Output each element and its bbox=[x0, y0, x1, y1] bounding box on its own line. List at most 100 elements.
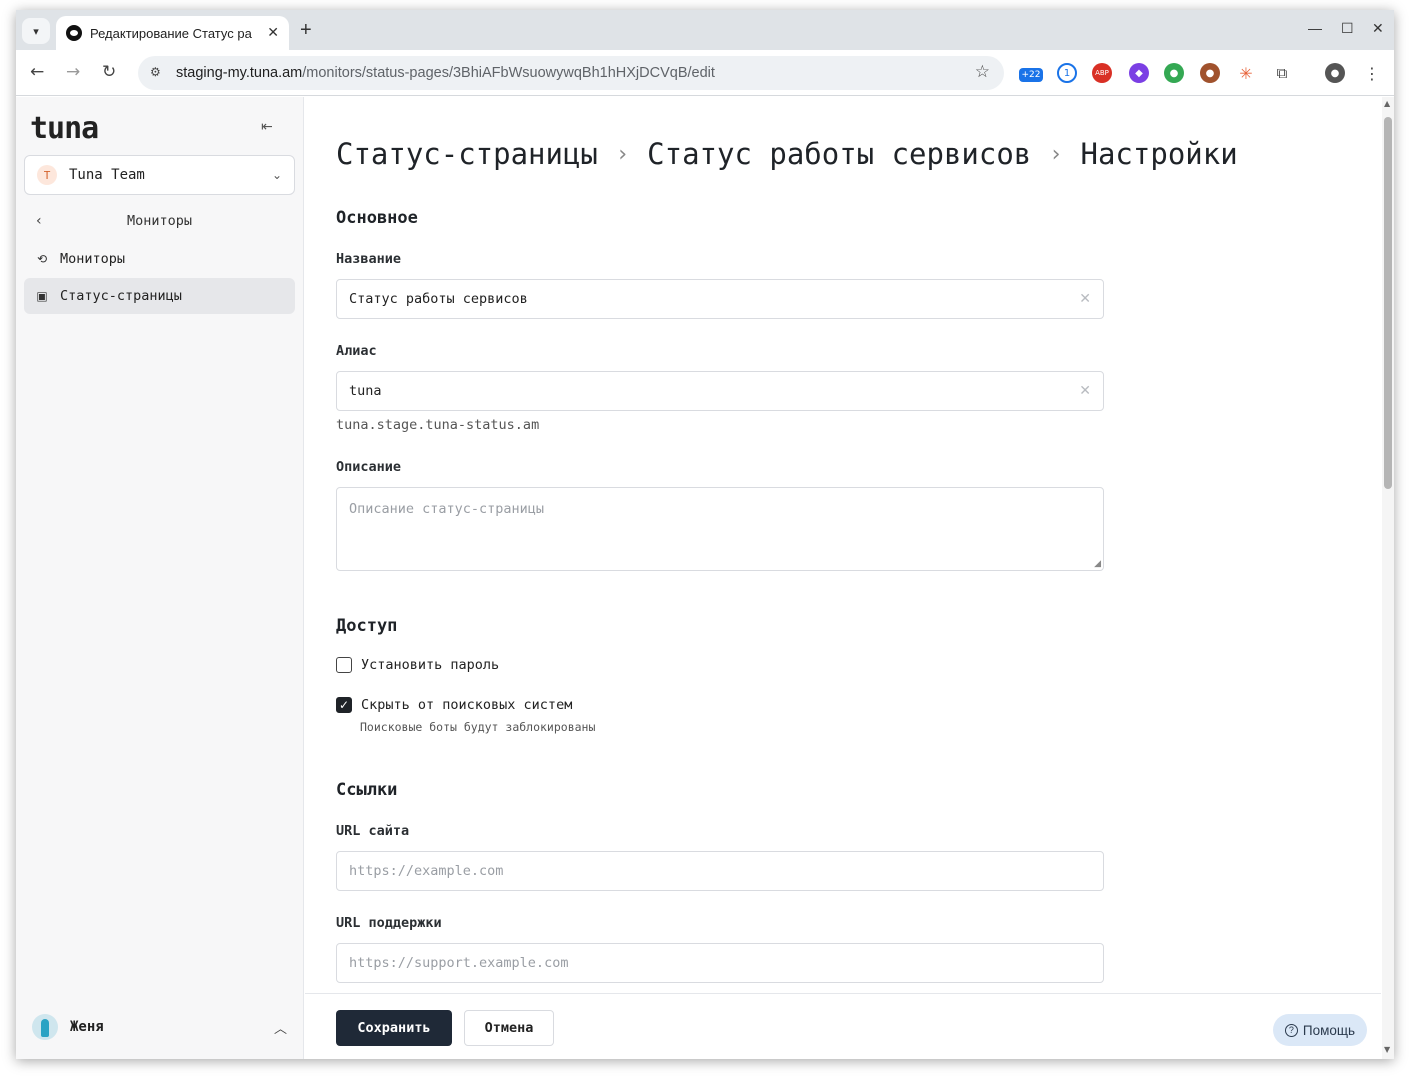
site-settings-icon[interactable]: ⚙ bbox=[150, 65, 166, 81]
tab-search-button[interactable]: ▾ bbox=[22, 18, 50, 44]
support-url-placeholder: https://support.example.com bbox=[349, 955, 569, 971]
site-url-placeholder: https://example.com bbox=[349, 863, 504, 879]
set-password-row[interactable]: Установить пароль bbox=[336, 657, 499, 673]
description-field[interactable]: Описание статус-страницы ◢ bbox=[336, 487, 1104, 571]
help-label: Помощь bbox=[1302, 1022, 1356, 1038]
maximize-icon[interactable]: ☐ bbox=[1341, 20, 1354, 37]
form-footer: Сохранить Отмена ? Помощь bbox=[305, 993, 1381, 1059]
hide-from-search-checkbox[interactable]: ✓ bbox=[336, 697, 352, 713]
profile-avatar[interactable]: ● bbox=[1325, 63, 1345, 83]
sidebar-item-label: Мониторы bbox=[60, 251, 126, 267]
tab-title: Редактирование Статус ра bbox=[90, 25, 252, 41]
name-label: Название bbox=[336, 251, 402, 267]
tab-bar: ▾ Редактирование Статус ра ✕ + — ☐ ✕ bbox=[16, 10, 1394, 50]
color-picker-icon[interactable]: ● bbox=[1164, 63, 1184, 83]
reload-icon[interactable]: ↻ bbox=[102, 62, 116, 82]
chevron-left-icon: ‹ bbox=[36, 213, 42, 229]
sidebar-section-title: Мониторы bbox=[126, 213, 193, 229]
browser-toolbar: ← → ↻ ⚙ staging-my.tuna.am/monitors/stat… bbox=[16, 50, 1394, 96]
sidebar: tuna ⇤ T Tuna Team ⌄ ‹ Мониторы ⟲ Монито… bbox=[16, 97, 304, 1059]
back-arrow-icon[interactable]: ← bbox=[30, 62, 44, 82]
chart-icon: ▣ bbox=[36, 289, 48, 303]
cancel-button[interactable]: Отмена bbox=[464, 1010, 554, 1046]
address-bar[interactable]: ⚙ staging-my.tuna.am/monitors/status-pag… bbox=[138, 56, 1004, 90]
breadcrumb-status-page[interactable]: Статус работы сервисов bbox=[647, 137, 1031, 171]
asterisk-extension-icon[interactable]: ✳ bbox=[1236, 63, 1256, 83]
sidebar-item-status-pages[interactable]: ▣ Статус-страницы bbox=[24, 278, 295, 314]
close-icon[interactable]: ✕ bbox=[267, 25, 279, 41]
set-password-label[interactable]: Установить пароль bbox=[361, 657, 499, 673]
chevron-down-icon: ⌄ bbox=[271, 168, 282, 182]
hide-from-search-hint: Поисковые боты будут заблокированы bbox=[360, 720, 596, 734]
url-path: /monitors/status-pages/3BhiAFbWsuowywqBh… bbox=[302, 65, 715, 81]
question-icon: ? bbox=[1284, 1023, 1298, 1037]
bookmark-star-icon[interactable]: ☆ bbox=[975, 62, 990, 82]
chevron-down-icon: ▾ bbox=[33, 24, 39, 38]
scroll-up-icon[interactable]: ▲ bbox=[1384, 99, 1390, 108]
window-close-icon[interactable]: ✕ bbox=[1372, 20, 1384, 37]
sidebar-item-label: Статус-страницы bbox=[60, 288, 182, 304]
app: tuna ⇤ T Tuna Team ⌄ ‹ Мониторы ⟲ Монито… bbox=[16, 97, 1394, 1059]
scroll-down-icon[interactable]: ▼ bbox=[1384, 1045, 1390, 1054]
sidebar-collapse-icon[interactable]: ⇤ bbox=[261, 119, 273, 135]
site-url-label: URL сайта bbox=[336, 823, 410, 839]
support-url-field[interactable]: https://support.example.com bbox=[336, 943, 1104, 983]
logo[interactable]: tuna bbox=[30, 111, 99, 146]
sidebar-item-monitors[interactable]: ⟲ Мониторы bbox=[24, 241, 295, 277]
support-url-label: URL поддержки bbox=[336, 915, 442, 931]
avatar bbox=[32, 1014, 58, 1040]
breadcrumb-settings: Настройки bbox=[1080, 137, 1238, 171]
page-scrollbar[interactable]: ▲ ▼ bbox=[1382, 97, 1394, 1059]
history-icon: ⟲ bbox=[36, 252, 48, 266]
chevron-right-icon: › bbox=[615, 141, 630, 167]
description-label: Описание bbox=[336, 459, 402, 475]
puzzle-icon[interactable]: ⧉ bbox=[1272, 63, 1292, 83]
clear-icon[interactable]: ✕ bbox=[1079, 291, 1091, 307]
breadcrumb-status-pages[interactable]: Статус-страницы bbox=[336, 137, 598, 171]
site-url-field[interactable]: https://example.com bbox=[336, 851, 1104, 891]
name-field[interactable]: Статус работы сервисов ✕ bbox=[336, 279, 1104, 319]
hide-from-search-row[interactable]: ✓ Скрыть от поисковых систем bbox=[336, 697, 572, 713]
team-selector[interactable]: T Tuna Team ⌄ bbox=[24, 155, 295, 195]
alias-field[interactable]: tuna ✕ bbox=[336, 371, 1104, 411]
check-icon: ✓ bbox=[338, 698, 350, 712]
user-name: Женя bbox=[70, 1019, 104, 1035]
hide-from-search-label[interactable]: Скрыть от поисковых систем bbox=[361, 697, 572, 713]
alias-domain-hint: tuna.stage.tuna-status.am bbox=[336, 417, 540, 433]
alias-label: Алиас bbox=[336, 343, 377, 359]
url-host: staging-my.tuna.am bbox=[176, 65, 303, 81]
main-content: Статус-страницы › Статус работы сервисов… bbox=[305, 97, 1381, 1059]
forward-arrow-icon[interactable]: → bbox=[66, 62, 80, 82]
menu-kebab-icon[interactable]: ⋮ bbox=[1362, 63, 1382, 83]
save-button[interactable]: Сохранить bbox=[336, 1010, 452, 1046]
description-placeholder: Описание статус-страницы bbox=[349, 501, 545, 517]
chevron-up-icon: ︿ bbox=[273, 1021, 287, 1037]
alias-value: tuna bbox=[349, 383, 382, 399]
user-menu[interactable]: Женя ︿ bbox=[24, 1007, 295, 1047]
tuna-favicon-icon bbox=[66, 25, 82, 41]
help-button[interactable]: ? Помощь bbox=[1273, 1014, 1367, 1046]
set-password-checkbox[interactable] bbox=[336, 657, 352, 673]
chevron-right-icon: › bbox=[1049, 141, 1063, 167]
url-text: staging-my.tuna.am/monitors/status-pages… bbox=[176, 65, 715, 81]
browser-tab[interactable]: Редактирование Статус ра ✕ bbox=[56, 16, 289, 50]
sidebar-back-button[interactable]: ‹ Мониторы bbox=[24, 205, 295, 237]
cookie-icon[interactable]: ● bbox=[1200, 63, 1220, 83]
resize-handle-icon[interactable]: ◢ bbox=[1094, 559, 1101, 569]
team-name: Tuna Team bbox=[69, 167, 145, 183]
new-tab-button[interactable]: + bbox=[300, 19, 312, 42]
extension-icon[interactable]: ◆ bbox=[1129, 63, 1149, 83]
name-value: Статус работы сервисов bbox=[349, 291, 528, 307]
team-avatar: T bbox=[37, 165, 57, 185]
section-title-basic: Основное bbox=[336, 208, 418, 228]
breadcrumb: Статус-страницы › Статус работы сервисов… bbox=[336, 137, 1238, 171]
section-title-access: Доступ bbox=[336, 616, 398, 636]
adblock-icon[interactable]: ABP bbox=[1092, 63, 1112, 83]
extension-weather-badge[interactable]: +22 bbox=[1019, 68, 1043, 82]
clear-icon[interactable]: ✕ bbox=[1079, 383, 1091, 399]
minimize-icon[interactable]: — bbox=[1308, 20, 1322, 36]
scrollbar-thumb[interactable] bbox=[1384, 117, 1392, 489]
browser-window: ▾ Редактирование Статус ра ✕ + — ☐ ✕ ← →… bbox=[16, 10, 1394, 1059]
section-title-links: Ссылки bbox=[336, 780, 398, 800]
password-manager-icon[interactable]: 1 bbox=[1057, 63, 1077, 83]
